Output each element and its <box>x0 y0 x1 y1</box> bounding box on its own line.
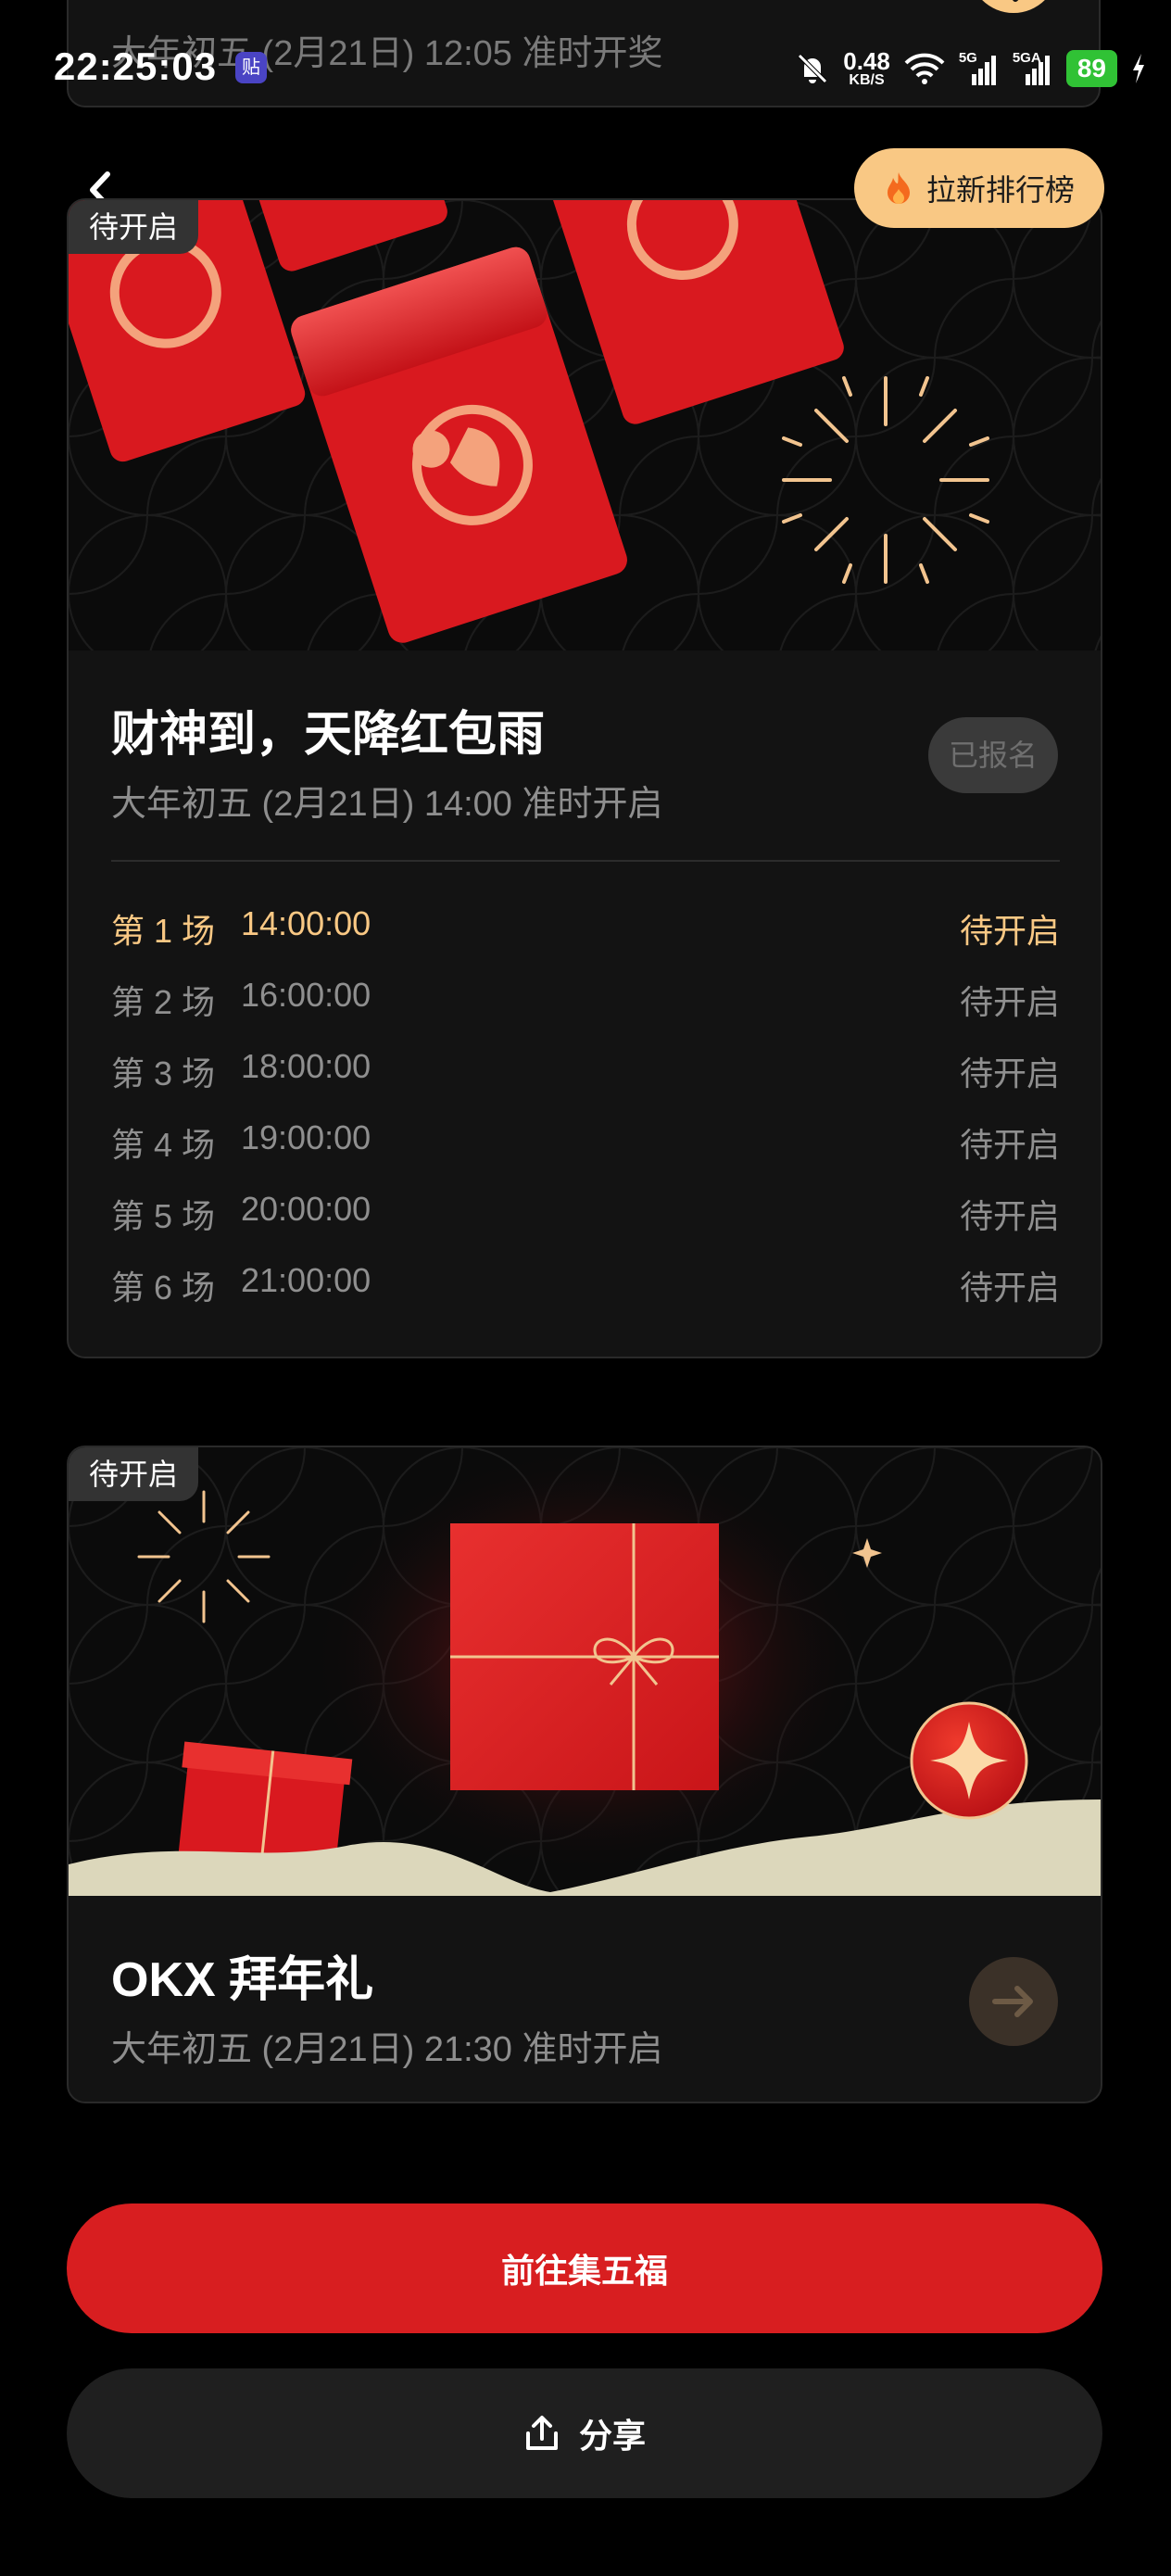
red-envelope-illustration <box>69 200 1101 650</box>
share-icon <box>525 2416 558 2450</box>
event-title: OKX 拜年礼 <box>111 1953 374 2007</box>
registered-button[interactable]: 已报名 <box>928 717 1058 793</box>
round-time: 16:00:00 <box>241 976 371 1014</box>
rounds-list: 第 1 场 14:00:00 待开启 第 2 场 16:00:00 待开启 第 … <box>111 904 1060 1332</box>
divider <box>111 860 1060 862</box>
round-time: 21:00:00 <box>241 1261 371 1299</box>
round-label: 第 1 场 <box>111 912 216 950</box>
round-time: 20:00:00 <box>241 1190 371 1228</box>
round-label: 第 5 场 <box>111 1197 216 1235</box>
go-to-event-button[interactable] <box>969 1957 1058 2046</box>
round-time: 19:00:00 <box>241 1118 371 1156</box>
round-state: 待开启 <box>959 912 1060 950</box>
round-row: 第 4 场 19:00:00 待开启 <box>111 1118 1060 1190</box>
gift-box-illustration <box>69 1447 1101 1896</box>
red-envelope-banner <box>69 200 1101 650</box>
gift-banner <box>69 1447 1101 1896</box>
round-label: 第 3 场 <box>111 1054 216 1092</box>
round-state: 待开启 <box>959 1197 1060 1235</box>
status-tag: 待开启 <box>69 200 199 254</box>
status-tag: 待开启 <box>69 1447 199 1501</box>
event-title: 财神到，天降红包雨 <box>111 708 546 762</box>
charging-bolt-icon <box>1133 54 1144 83</box>
collect-five-blessings-button[interactable]: 前往集五福 <box>67 2203 1102 2333</box>
round-state: 待开启 <box>959 1126 1060 1164</box>
round-row: 第 1 场 14:00:00 待开启 <box>111 904 1060 976</box>
round-row: 第 6 场 21:00:00 待开启 <box>111 1261 1060 1332</box>
round-label: 第 4 场 <box>111 1126 216 1164</box>
round-row: 第 2 场 16:00:00 待开启 <box>111 976 1060 1047</box>
previous-event-subtitle: 大年初五 (2月21日) 12:05 准时开奖 <box>111 34 663 73</box>
round-state: 待开启 <box>959 1269 1060 1307</box>
round-time: 18:00:00 <box>241 1047 371 1085</box>
round-row: 第 5 场 20:00:00 待开启 <box>111 1190 1060 1261</box>
previous-event-arrow-button[interactable] <box>969 0 1058 13</box>
round-state: 待开启 <box>959 983 1060 1021</box>
round-label: 第 2 场 <box>111 983 216 1021</box>
red-envelope-rain-card: 待开启 财神到，天降红包雨 大年初五 (2月21日) 14:00 准时开启 已报… <box>67 198 1102 1358</box>
round-row: 第 3 场 18:00:00 待开启 <box>111 1047 1060 1118</box>
event-subtitle: 大年初五 (2月21日) 14:00 准时开启 <box>111 785 663 824</box>
arrow-right-icon <box>1013 0 1019 2</box>
event-subtitle: 大年初五 (2月21日) 21:30 准时开启 <box>111 2030 663 2069</box>
round-state: 待开启 <box>959 1054 1060 1092</box>
arrow-right-icon <box>992 1986 1033 2017</box>
previous-event-card[interactable]: 大年初五 (2月21日) 12:05 准时开奖 <box>67 0 1101 107</box>
leaderboard-button[interactable]: 拉新排行榜 <box>854 148 1104 228</box>
flame-icon <box>887 172 910 204</box>
leaderboard-label: 拉新排行榜 <box>925 173 1075 207</box>
okx-gift-card: 待开启 OKX 拜年礼 大年初五 (2月21日) 21:30 准时开启 <box>67 1446 1102 2103</box>
round-label: 第 6 场 <box>111 1269 216 1307</box>
share-label: 分享 <box>578 2417 646 2455</box>
share-button[interactable]: 分享 <box>67 2368 1102 2498</box>
primary-button-label: 前往集五福 <box>500 2252 668 2290</box>
round-time: 14:00:00 <box>241 904 371 942</box>
